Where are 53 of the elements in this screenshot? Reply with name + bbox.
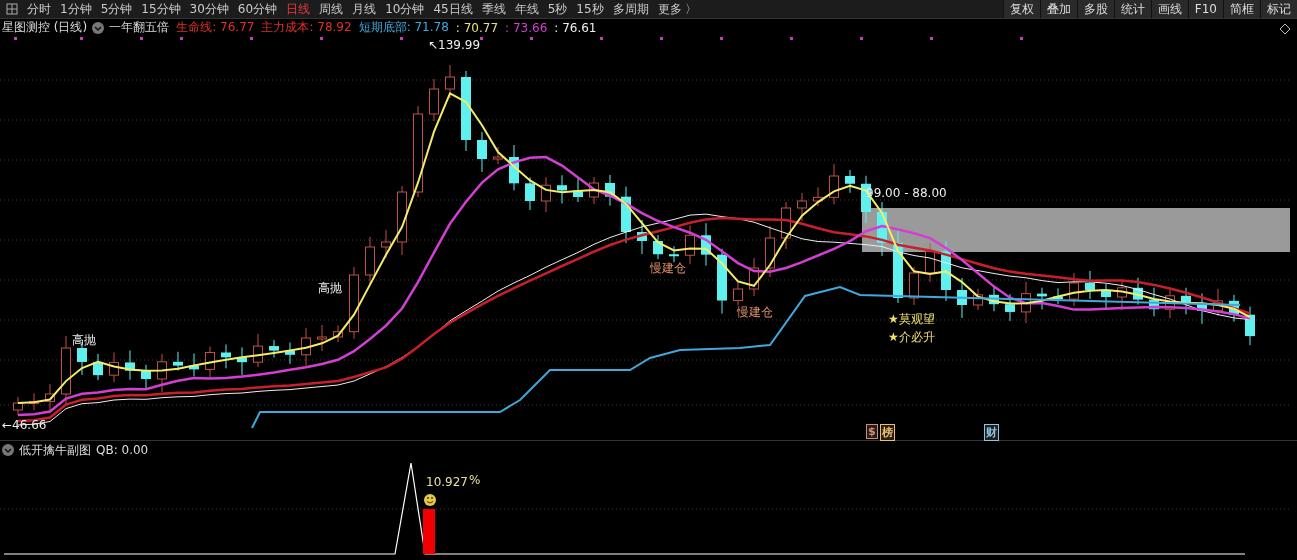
indicator-value: 生命线: 76.77 <box>176 19 255 36</box>
event-tag[interactable]: 财 <box>984 424 999 441</box>
period-tab[interactable]: 15分钟 <box>141 0 181 18</box>
period-tab[interactable]: 30分钟 <box>189 0 229 18</box>
smiley-icon <box>424 494 436 506</box>
percentage-value: 10.927 <box>426 475 468 489</box>
dropdown-icon[interactable] <box>92 21 105 34</box>
qb-reading: QB: 0.00 <box>96 443 149 457</box>
percent-sign: % <box>469 473 481 487</box>
period-tab[interactable]: 分时 <box>27 0 51 18</box>
toolbar-button[interactable]: 统计 <box>1113 0 1151 18</box>
period-tab[interactable]: 更多 〉 <box>657 0 698 18</box>
period-tab[interactable]: 月线 <box>352 0 377 18</box>
period-tab[interactable]: 60分钟 <box>237 0 278 18</box>
diamond-icon[interactable] <box>1279 23 1291 35</box>
formula-name: 一年翻五倍 <box>109 19 170 36</box>
period-tab[interactable]: 15秒 <box>576 0 604 18</box>
period-tab[interactable]: 年线 <box>514 0 539 18</box>
dropdown-icon[interactable] <box>2 444 14 456</box>
period-tab[interactable]: 1分钟 <box>60 0 92 18</box>
period-tab[interactable]: 5分钟 <box>100 0 133 18</box>
signal-bar <box>423 509 435 554</box>
indicator-value: 短期底部: 71.78 <box>358 19 449 36</box>
period-tab[interactable]: 季线 <box>481 0 506 18</box>
indicator-value: : 70.77 <box>455 20 499 35</box>
toolbar-button[interactable]: 画线 <box>1150 0 1188 18</box>
grid-icon[interactable] <box>6 3 18 15</box>
period-tab[interactable]: 45日线 <box>433 0 473 18</box>
toolbar-button[interactable]: 叠加 <box>1039 0 1077 18</box>
signal-label: 高抛 <box>318 280 342 297</box>
signal-label: 高抛 <box>72 332 96 349</box>
subchart-title: 低开擒牛副图 <box>19 441 91 459</box>
toolbar-button[interactable]: 标记 <box>1260 0 1297 18</box>
signal-label: ★莫观望 <box>888 311 935 328</box>
period-tab[interactable]: 10分钟 <box>385 0 425 18</box>
toolbar-button[interactable]: 简框 <box>1223 0 1260 18</box>
signal-label: 慢建仓 <box>650 260 686 277</box>
period-tab[interactable]: 多周期 <box>612 0 649 18</box>
indicator-value: : 76.61 <box>554 20 597 35</box>
indicator-value: 主力成本: 78.92 <box>261 19 352 36</box>
period-tab[interactable]: 周线 <box>319 0 344 18</box>
indicator-value: : 73.66 <box>505 20 548 35</box>
event-tag[interactable]: 榜 <box>880 424 895 441</box>
period-tab[interactable]: 5秒 <box>547 0 568 18</box>
signal-label: ★介必升 <box>888 329 935 346</box>
chart-title: 星图测控 (日线) <box>2 19 88 36</box>
event-tag[interactable]: $ <box>866 424 878 439</box>
toolbar-button[interactable]: 多股 <box>1076 0 1114 18</box>
period-tab[interactable]: 日线 <box>286 0 311 18</box>
high-price-label: ↖139.99 <box>428 38 481 52</box>
toolbar-button[interactable]: F10 <box>1187 0 1223 18</box>
toolbar-button[interactable]: 复权 <box>1002 0 1040 18</box>
signal-label: 慢建仓 <box>737 304 773 321</box>
